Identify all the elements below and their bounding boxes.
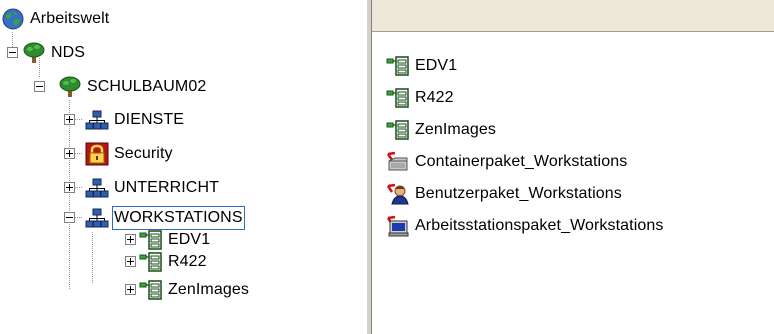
tree-pane[interactable]: Arbeitswelt NDS SCHULBAUM02 DIENSTE Secu… — [0, 0, 366, 334]
tree-node-schulbaum02[interactable]: SCHULBAUM02 — [58, 74, 208, 100]
list-item-label: EDV1 — [415, 57, 458, 74]
expander-zenimages[interactable] — [125, 284, 136, 295]
tree-node-label: NDS — [51, 44, 86, 61]
tree-node-unterricht[interactable]: UNTERRICHT — [85, 175, 221, 201]
list-item[interactable]: Benutzerpaket_Workstations — [386, 181, 624, 207]
tree-node-label: EDV1 — [168, 231, 211, 248]
expander-nds[interactable] — [7, 47, 18, 58]
tree-node-dienste[interactable]: DIENSTE — [85, 107, 186, 133]
workstation-package-icon — [386, 214, 410, 238]
tree-node-arbeitswelt[interactable]: Arbeitswelt — [1, 6, 111, 32]
expander-unterricht[interactable] — [64, 182, 75, 193]
list-item[interactable]: ZenImages — [386, 117, 498, 143]
user-package-icon — [386, 182, 410, 206]
security-lock-icon — [85, 142, 109, 166]
list-item[interactable]: Arbeitsstationspaket_Workstations — [386, 213, 665, 239]
tree-node-nds[interactable]: NDS — [22, 40, 87, 66]
organizational-unit-icon — [85, 176, 109, 200]
list-item[interactable]: Containerpaket_Workstations — [386, 149, 629, 175]
tree-icon — [22, 41, 46, 65]
expander-edv1[interactable] — [125, 234, 136, 245]
tree-node-label: ZenImages — [168, 281, 249, 298]
workstation-group-icon — [139, 278, 163, 302]
list-item-label: Arbeitsstationspaket_Workstations — [415, 217, 664, 234]
workstation-group-icon — [386, 54, 410, 78]
tree-node-label: Security — [114, 145, 173, 162]
list-header-bar — [372, 0, 774, 32]
workstation-group-icon — [386, 86, 410, 110]
organizational-unit-icon — [85, 108, 109, 132]
expander-dienste[interactable] — [64, 114, 75, 125]
tree-node-r422[interactable]: R422 — [139, 249, 209, 275]
workstation-group-icon — [139, 250, 163, 274]
organizational-unit-icon — [85, 206, 109, 230]
tree-icon — [58, 75, 82, 99]
list-item-label: ZenImages — [415, 121, 496, 138]
expander-workstations[interactable] — [64, 212, 75, 223]
tree-node-label: DIENSTE — [114, 111, 185, 128]
expander-r422[interactable] — [125, 256, 136, 267]
list-item-label: Benutzerpaket_Workstations — [415, 185, 622, 202]
tree-node-zenimages[interactable]: ZenImages — [139, 277, 251, 303]
tree-node-label: R422 — [168, 253, 207, 270]
expander-security[interactable] — [64, 148, 75, 159]
list-item[interactable]: EDV1 — [386, 53, 459, 79]
tree-node-security[interactable]: Security — [85, 141, 175, 167]
list-item-label: Containerpaket_Workstations — [415, 153, 628, 170]
list-item[interactable]: R422 — [386, 85, 456, 111]
container-package-icon — [386, 150, 410, 174]
network-globe-icon — [1, 7, 25, 31]
workstation-group-icon — [386, 118, 410, 142]
list-item-label: R422 — [415, 89, 454, 106]
expander-schulbaum02[interactable] — [34, 81, 45, 92]
tree-node-label: SCHULBAUM02 — [87, 78, 207, 95]
object-list-pane[interactable]: EDV1 R422 ZenImages Containerpaket_Works… — [372, 0, 774, 334]
tree-node-label: UNTERRICHT — [114, 179, 219, 196]
tree-node-label: Arbeitswelt — [30, 10, 110, 27]
